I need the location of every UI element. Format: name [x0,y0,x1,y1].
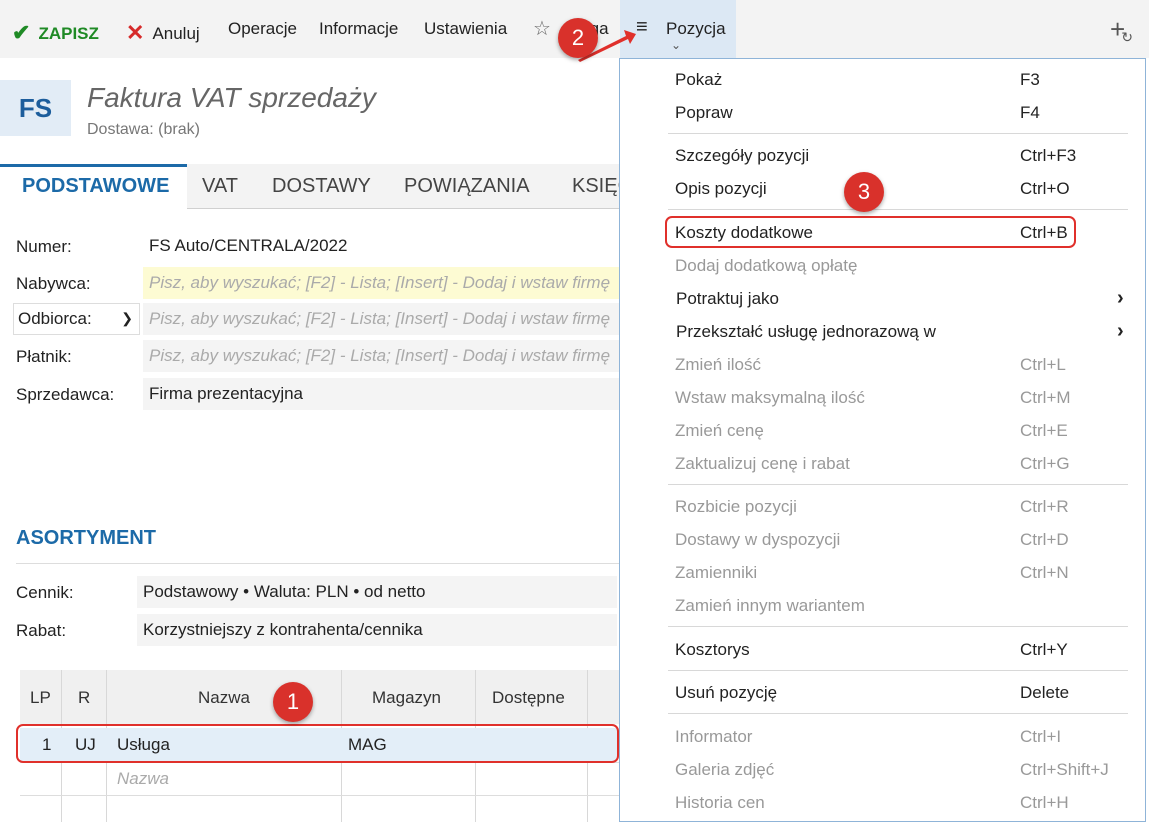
column-header-magazyn[interactable]: Magazyn [372,688,441,708]
nabywca-label: Nabywca: [16,274,91,293]
document-title: Faktura VAT sprzedaży [87,82,376,113]
cennik-label: Cennik: [16,583,74,602]
menu-item-kosztorys[interactable]: Kosztorys [675,640,750,660]
odbiorca-select[interactable]: Odbiorca: ❯ [13,303,140,335]
tab-podstawowe[interactable]: PODSTAWOWE [22,175,169,198]
tab-vat[interactable]: VAT [202,175,238,198]
menu-shortcut: Ctrl+G [1020,454,1070,473]
menu-separator [668,626,1128,627]
menu-shortcut: Ctrl+R [1020,497,1069,516]
step-marker-1: 1 [273,682,313,722]
cancel-label: Anuluj [152,24,200,43]
menu-separator [668,209,1128,210]
platnik-label: Płatnik: [16,347,72,366]
menu-item-popraw[interactable]: Popraw [675,103,733,123]
numer-label: Numer: [16,237,72,256]
highlight-row-box [16,724,619,763]
menu-item-zaktualizuj-cene[interactable]: Zaktualizuj cenę i rabat [675,454,850,474]
settings-menu[interactable]: Ustawienia [424,19,507,39]
menu-item-dodaj-dodatkowa-oplate[interactable]: Dodaj dodatkową opłatę [675,256,857,276]
menu-shortcut: Ctrl+O [1020,179,1070,198]
menu-item-zamienniki[interactable]: Zamienniki [675,563,757,583]
step-marker-3: 3 [844,172,884,212]
menu-item-przeksztalc-usluge[interactable]: Przekształć usługę jednorazową w [676,322,936,342]
chevron-right-icon: › [1117,287,1124,309]
menu-separator [668,670,1128,671]
menu-item-rozbicie-pozycji[interactable]: Rozbicie pozycji [675,497,797,517]
menu-item-dostawy-w-dyspozycji[interactable]: Dostawy w dyspozycji [675,530,840,550]
menu-shortcut: Delete [1020,683,1070,702]
menu-separator [668,713,1128,714]
menu-item-zmien-ilosc[interactable]: Zmień ilość [675,355,761,375]
menu-item-historia-cen[interactable]: Historia cen [675,793,765,813]
sprzedawca-label: Sprzedawca: [16,385,115,404]
menu-shortcut: Ctrl+M [1020,388,1071,407]
grid-row-divider [20,795,630,796]
menu-shortcut: F4 [1020,103,1040,122]
section-divider [16,563,640,564]
add-refresh-icon[interactable]: +↻ [1110,14,1137,45]
tab-dostawy[interactable]: DOSTAWY [272,175,371,198]
column-header-dostepne[interactable]: Dostępne [492,688,565,708]
platnik-input[interactable]: Pisz, aby wyszukać; [F2] - Lista; [Inser… [143,340,620,372]
menu-item-zamien-innym-wariantem[interactable]: Zamień innym wariantem [675,596,865,616]
odbiorca-label: Odbiorca: [18,309,92,328]
menu-item-opis-pozycji[interactable]: Opis pozycji [675,179,767,199]
column-header-nazwa[interactable]: Nazwa [198,688,250,708]
menu-shortcut: Ctrl+H [1020,793,1069,812]
close-icon: ✕ [126,20,145,45]
nabywca-input[interactable]: Pisz, aby wyszukać; [F2] - Lista; [Inser… [143,267,620,299]
chevron-down-icon: ⌄ [671,38,682,52]
menu-separator [668,133,1128,134]
menu-item-galeria-zdjec[interactable]: Galeria zdjęć [675,760,774,780]
step-marker-2: 2 [558,18,598,58]
column-header-lp[interactable]: LP [30,688,51,708]
numer-field[interactable]: FS Auto/CENTRALA/2022 [143,230,643,262]
menu-shortcut: Ctrl+I [1020,727,1062,746]
rabat-label: Rabat: [16,621,67,640]
star-icon[interactable]: ☆ [533,16,551,41]
assortment-title: ASORTYMENT [16,527,156,549]
menu-item-pokaz[interactable]: Pokaż [675,70,722,90]
menu-item-wstaw-maksymalna-ilosc[interactable]: Wstaw maksymalną ilość [675,388,865,408]
position-context-menu: Pokaż F3 Popraw F4 Szczegóły pozycji Ctr… [619,58,1146,822]
check-icon: ✔ [12,20,31,45]
menu-shortcut: Ctrl+Y [1020,640,1068,659]
menu-item-zmien-cene[interactable]: Zmień cenę [675,421,764,441]
menu-separator [668,484,1128,485]
menu-shortcut: F3 [1020,70,1040,89]
cennik-field[interactable]: Podstawowy • Waluta: PLN • od netto [137,576,617,608]
operations-menu[interactable]: Operacje [228,19,297,39]
cancel-button[interactable]: ✕ Anuluj [126,19,200,45]
menu-item-potraktuj-jako[interactable]: Potraktuj jako [676,289,779,309]
odbiorca-input[interactable]: Pisz, aby wyszukać; [F2] - Lista; [Inser… [143,303,620,335]
tab-powiazania[interactable]: POWIĄZANIA [404,175,530,198]
rabat-field[interactable]: Korzystniejszy z kontrahenta/cennika [137,614,617,646]
save-button[interactable]: ✔ ZAPISZ [12,19,99,45]
menu-item-szczegoly-pozycji[interactable]: Szczegóły pozycji [675,146,809,166]
information-menu[interactable]: Informacje [319,19,398,39]
sprzedawca-field[interactable]: Firma prezentacyjna [143,378,620,410]
chevron-right-icon: › [1117,320,1124,342]
document-type-badge: FS [0,80,71,136]
position-label: Pozycja [666,19,726,38]
menu-shortcut: Ctrl+D [1020,530,1069,549]
highlight-menu-item-box [665,216,1076,248]
document-subtitle: Dostawa: (brak) [87,121,200,138]
menu-shortcut: Ctrl+E [1020,421,1068,440]
menu-shortcut: Ctrl+F3 [1020,146,1077,165]
menu-shortcut: Ctrl+L [1020,355,1066,374]
menu-item-usun-pozycje[interactable]: Usuń pozycję [675,683,777,703]
menu-shortcut: Ctrl+Shift+J [1020,760,1109,779]
column-header-r[interactable]: R [78,688,90,708]
new-row-nazwa-input[interactable]: Nazwa [117,769,169,789]
chevron-down-icon: ❯ [121,310,133,326]
menu-item-informator[interactable]: Informator [675,727,752,747]
tab-ksiegowanie[interactable]: KSIĘG [572,175,620,198]
menu-shortcut: Ctrl+N [1020,563,1069,582]
save-label: ZAPISZ [38,24,99,43]
